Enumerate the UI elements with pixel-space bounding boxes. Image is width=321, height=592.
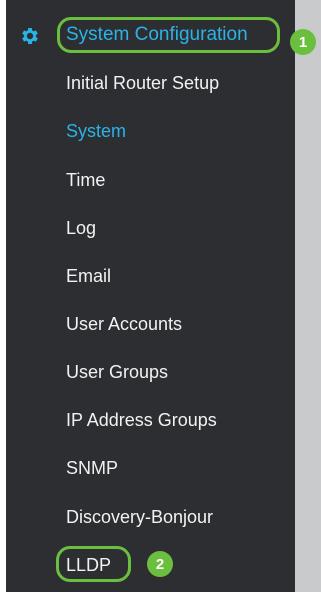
menu-item-system[interactable]: System (66, 121, 126, 142)
menu-item-discovery-bonjour[interactable]: Discovery-Bonjour (66, 507, 213, 528)
menu-item-email[interactable]: Email (66, 266, 111, 287)
system-configuration-header[interactable]: System Configuration (66, 24, 248, 46)
menu-item-log[interactable]: Log (66, 218, 96, 239)
menu-item-time[interactable]: Time (66, 170, 105, 191)
callout-badge-1: 1 (290, 29, 316, 55)
menu-item-initial-router-setup[interactable]: Initial Router Setup (66, 73, 219, 94)
content-pane-edge (295, 0, 321, 592)
menu-item-user-accounts[interactable]: User Accounts (66, 314, 182, 335)
gear-icon (19, 25, 41, 47)
menu-item-lldp[interactable]: LLDP (66, 555, 111, 576)
callout-badge-2: 2 (147, 551, 173, 577)
menu-item-snmp[interactable]: SNMP (66, 458, 118, 479)
menu-item-ip-address-groups[interactable]: IP Address Groups (66, 410, 217, 431)
menu-item-user-groups[interactable]: User Groups (66, 362, 168, 383)
